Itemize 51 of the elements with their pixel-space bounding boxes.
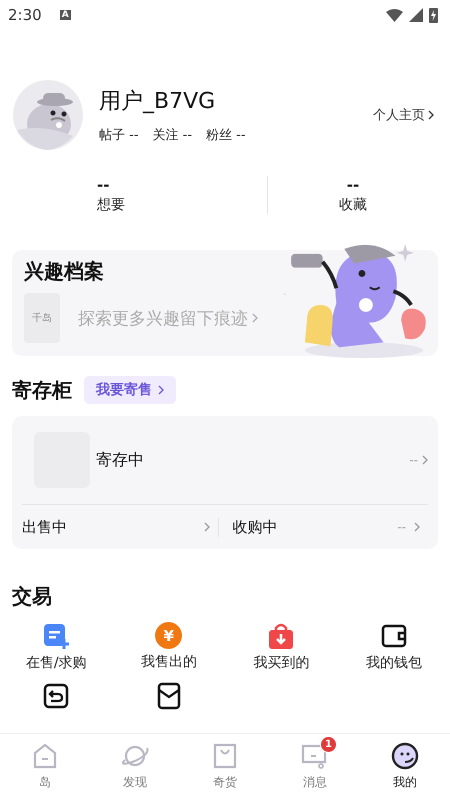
section-title: 交易 (12, 583, 53, 610)
wifi-icon (386, 8, 403, 22)
nav-tab[interactable]: 奇货 (180, 734, 270, 800)
trade-label: 我售出的 (140, 653, 197, 671)
chevron-icon (252, 313, 258, 323)
sub-row-count: -- (397, 520, 406, 534)
sub-row-label: 出售中 (22, 518, 67, 536)
homepage-link[interactable]: 个人主页 (373, 106, 434, 124)
notification-badge: A (60, 10, 71, 20)
house-icon (32, 743, 58, 769)
chevron-icon (158, 385, 164, 395)
status-time: 2:30 (8, 6, 42, 24)
trade-label: 我的钱包 (366, 654, 422, 672)
bag-icon (212, 743, 238, 769)
return-icon[interactable] (42, 682, 70, 710)
planet-icon (120, 743, 150, 769)
storage-sub-row[interactable]: 出售中 (22, 518, 218, 536)
shopping-bag-icon[interactable] (267, 622, 296, 650)
user-name: 用户_B7VG (99, 88, 216, 116)
storage-count: -- (409, 453, 418, 467)
profile-stat[interactable]: 粉丝 -- (206, 126, 246, 144)
chevron-icon (414, 522, 420, 532)
chevron-icon (428, 110, 434, 120)
nav-tab[interactable]: 我的 (360, 734, 450, 800)
consign-button[interactable]: 我要寄售 (84, 376, 176, 404)
sub-row-label: 收购中 (232, 518, 278, 536)
thumbnail-logo: 千岛 (24, 293, 60, 343)
signal-icon (409, 8, 423, 22)
unread-badge: 1 (320, 736, 337, 753)
storage-sub-row[interactable]: 收购中 -- (218, 518, 428, 536)
chevron-icon (204, 522, 210, 532)
counter-value: -- (97, 176, 110, 194)
face-icon (391, 742, 419, 770)
section-title: 寄存柜 (12, 376, 72, 404)
profile-stat[interactable]: 关注 -- (152, 126, 192, 144)
chevron-icon (422, 455, 428, 465)
trade-label: 在售/求购 (26, 654, 87, 672)
trade-label: 我买到的 (253, 654, 310, 672)
counter-label[interactable]: 收藏 (339, 196, 367, 214)
card-title: 兴趣档案 (24, 258, 105, 285)
wallet-icon[interactable] (380, 622, 408, 650)
storage-label: 寄存中 (96, 450, 144, 470)
post-add-icon[interactable] (42, 622, 70, 650)
counter-value: -- (346, 176, 360, 194)
nav-tab[interactable]: 1 消息 (270, 734, 360, 800)
nav-tab[interactable]: 岛 (0, 734, 90, 800)
battery-icon (429, 7, 438, 23)
counter-label[interactable]: 想要 (97, 196, 125, 214)
nav-tab[interactable]: 发现 (90, 734, 180, 800)
storage-row[interactable]: 寄存中 -- (22, 416, 428, 505)
profile-stat[interactable]: 帖子 -- (99, 126, 139, 144)
